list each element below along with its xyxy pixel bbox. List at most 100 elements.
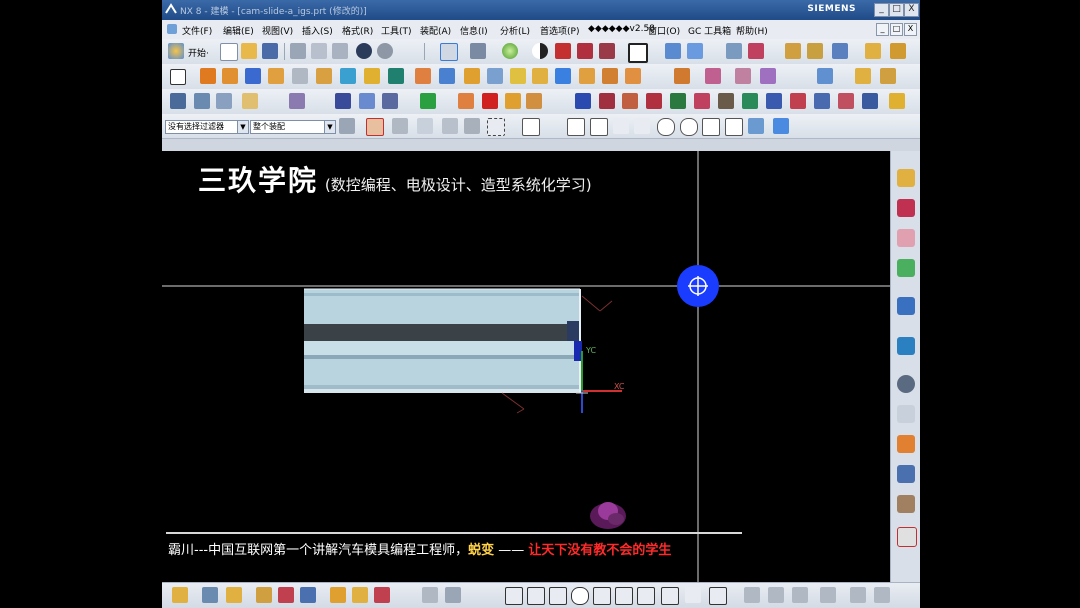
join-face-icon[interactable]: [814, 93, 830, 109]
menu-plugin[interactable]: ◆◆◆◆◆◆v2.58: [588, 24, 655, 34]
offset-tool-icon[interactable]: [709, 587, 727, 605]
p-tool-icon[interactable]: [575, 93, 591, 109]
view-orient-icon[interactable]: [665, 43, 681, 59]
rectangle-bottom-icon[interactable]: [330, 587, 346, 603]
measure-icon[interactable]: [865, 43, 881, 59]
show-hide-icon[interactable]: [889, 93, 905, 109]
offset-face-icon[interactable]: [555, 68, 571, 84]
chamfer-tool-icon[interactable]: [615, 587, 633, 605]
menu-window[interactable]: 窗口(O): [648, 24, 680, 37]
snap-point-icon[interactable]: [366, 118, 384, 136]
ruled-icon[interactable]: [458, 93, 474, 109]
line-bottom-icon[interactable]: [226, 587, 242, 603]
orient-wcs-icon[interactable]: [807, 43, 823, 59]
cut-icon[interactable]: [290, 43, 306, 59]
shell-icon[interactable]: [510, 68, 526, 84]
process-studio-icon[interactable]: [897, 435, 915, 453]
shading-icon[interactable]: [502, 43, 518, 59]
show-constraints-icon[interactable]: [874, 587, 890, 603]
solid-view-icon[interactable]: [599, 43, 615, 59]
circle-tool-icon[interactable]: [571, 587, 589, 605]
start-menu-button[interactable]: 开始·: [188, 46, 209, 59]
arc-bottom-icon[interactable]: [256, 587, 272, 603]
render-style-icon[interactable]: [470, 43, 486, 59]
chamfer-icon[interactable]: [487, 68, 503, 84]
profile-icon[interactable]: [202, 587, 218, 603]
offset-surface-icon[interactable]: [622, 93, 638, 109]
curve-point-icon[interactable]: [613, 118, 629, 134]
copy-icon[interactable]: [311, 43, 327, 59]
revolve-icon[interactable]: [222, 68, 238, 84]
move-layer-icon[interactable]: [216, 93, 232, 109]
pad-icon[interactable]: [340, 68, 356, 84]
thicken-icon[interactable]: [760, 68, 776, 84]
paste-icon[interactable]: [332, 43, 348, 59]
sync-modeling-icon[interactable]: [817, 68, 833, 84]
start-icon[interactable]: [168, 43, 184, 59]
auto-constrain-icon[interactable]: [850, 587, 866, 603]
rotate-view-icon[interactable]: [687, 43, 703, 59]
trim-tool-icon[interactable]: [744, 587, 760, 603]
menu-assembly[interactable]: 装配(A): [420, 24, 451, 37]
pattern-icon[interactable]: [674, 68, 690, 84]
enlarge-icon[interactable]: [766, 93, 782, 109]
stop-icon[interactable]: [482, 93, 498, 109]
datum-icon[interactable]: [170, 93, 186, 109]
close-button[interactable]: X: [904, 3, 919, 17]
existing-point-icon[interactable]: [725, 118, 743, 136]
mid-point-icon[interactable]: [590, 118, 608, 136]
background-icon[interactable]: [628, 43, 648, 63]
lasso-icon[interactable]: [464, 118, 480, 134]
rotate-selection-icon[interactable]: [442, 118, 458, 134]
solid-box-icon[interactable]: [577, 43, 593, 59]
filter-settings-icon[interactable]: [339, 118, 355, 134]
reuse-library-icon[interactable]: [897, 259, 915, 277]
edit-parameter-icon[interactable]: [862, 93, 878, 109]
corner-tool-icon[interactable]: [792, 587, 808, 603]
display-wcs-icon[interactable]: [832, 43, 848, 59]
minimize-button[interactable]: _: [874, 3, 889, 17]
undo-selection-icon[interactable]: [392, 118, 408, 134]
swept-icon[interactable]: [505, 93, 521, 109]
menu-view[interactable]: 视图(V): [262, 24, 293, 37]
finish-sketch-icon[interactable]: [422, 587, 438, 603]
trim-sheet-icon[interactable]: [646, 93, 662, 109]
solid-red-icon[interactable]: [555, 43, 571, 59]
through-curves-icon[interactable]: [359, 93, 375, 109]
display-mode-icon[interactable]: [532, 43, 548, 59]
doc-close-button[interactable]: X: [904, 23, 917, 36]
select-box-icon[interactable]: [417, 118, 433, 134]
menu-gc-toolbox[interactable]: GC 工具箱: [688, 24, 731, 37]
polygon-bottom-icon[interactable]: [352, 587, 368, 603]
bounded-plane-icon[interactable]: [526, 93, 542, 109]
open-file-icon[interactable]: [241, 43, 257, 59]
system-scenes-icon[interactable]: [897, 527, 917, 547]
patch-icon[interactable]: [735, 68, 751, 84]
selection-filter-combo[interactable]: 没有选择过滤器 ▼: [165, 120, 249, 134]
chevron-down-icon[interactable]: ▼: [237, 121, 248, 133]
maximize-button[interactable]: □: [889, 3, 904, 17]
constraint-tool-icon[interactable]: [820, 587, 836, 603]
sketch-icon[interactable]: [170, 69, 186, 85]
pole-point-icon[interactable]: [748, 118, 764, 134]
analysis-icon[interactable]: [890, 43, 906, 59]
extend-icon[interactable]: [670, 93, 686, 109]
menu-help[interactable]: 帮助(H): [736, 24, 768, 37]
edge-blend-icon[interactable]: [464, 68, 480, 84]
block-icon[interactable]: [245, 68, 261, 84]
curve-icon[interactable]: [289, 93, 305, 109]
menu-format[interactable]: 格式(R): [342, 24, 373, 37]
extrude-icon[interactable]: [200, 68, 216, 84]
surface-icon[interactable]: [335, 93, 351, 109]
grid-snap-icon[interactable]: [522, 118, 540, 136]
fillet-tool-icon[interactable]: [593, 587, 611, 605]
trim-body-icon[interactable]: [579, 68, 595, 84]
mirror-icon[interactable]: [625, 68, 641, 84]
menu-preferences[interactable]: 首选项(P): [540, 24, 579, 37]
new-file-icon[interactable]: [220, 43, 238, 61]
untrim-icon[interactable]: [742, 93, 758, 109]
fillet-bottom-icon[interactable]: [300, 587, 316, 603]
mesh-icon[interactable]: [382, 93, 398, 109]
replace-face-icon[interactable]: [838, 93, 854, 109]
delete-face-icon[interactable]: [880, 68, 896, 84]
